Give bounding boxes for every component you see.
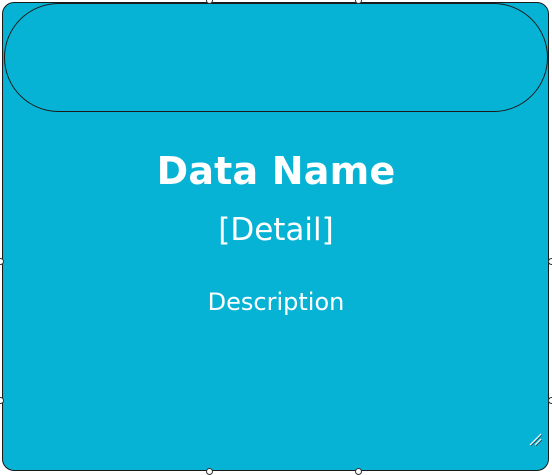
resize-grip-icon[interactable] [527,431,543,447]
shape-detail: [Detail] [218,212,334,248]
selection-handle-bottom-right-middle[interactable] [355,468,362,475]
selection-handle-right-lower[interactable] [548,397,552,404]
diagram-canvas: Data Name [Detail] Description [0,0,552,475]
selection-handle-right-upper[interactable] [548,258,552,265]
shape-title: Data Name [156,149,396,193]
shape-description: Description [207,288,345,316]
selection-handle-bottom-left-middle[interactable] [206,468,213,475]
shape-header-band [4,3,548,112]
